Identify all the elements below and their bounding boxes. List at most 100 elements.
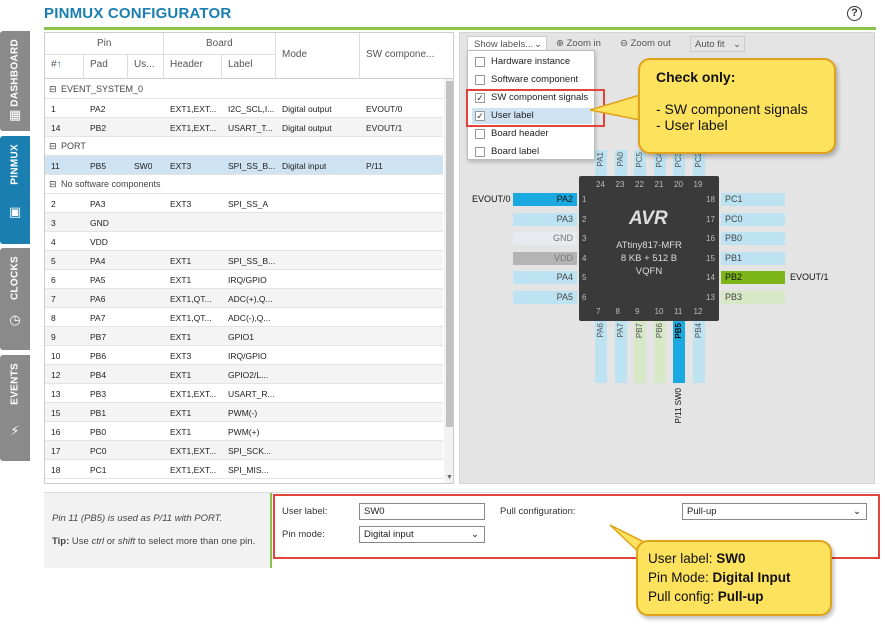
checkbox-icon[interactable] bbox=[475, 129, 485, 139]
menu-item-board-header[interactable]: Board header bbox=[472, 126, 592, 142]
checkbox-icon[interactable] bbox=[475, 75, 485, 85]
cell-pad: PA2 bbox=[90, 104, 106, 114]
zoom-in-button[interactable]: ⊕ Zoom in bbox=[556, 38, 601, 49]
col-number[interactable]: #↑ bbox=[51, 59, 62, 70]
pin-number: 24 bbox=[596, 180, 605, 189]
collapse-icon[interactable]: ⊟ bbox=[49, 179, 57, 190]
scroll-down-icon[interactable]: ▼ bbox=[446, 474, 453, 481]
group-row[interactable]: PORT ⊟ bbox=[45, 137, 443, 156]
pin-pa6[interactable]: PA6 bbox=[595, 321, 607, 383]
tab-events[interactable]: EVENTS ⚡ bbox=[0, 355, 30, 461]
cell-pad: PB0 bbox=[90, 427, 107, 437]
col-usage[interactable]: Us... bbox=[134, 59, 155, 70]
pin-number: 15 bbox=[706, 253, 715, 263]
zoom-out-button[interactable]: ⊖ Zoom out bbox=[620, 38, 671, 49]
table-row[interactable]: 14 PB2 EXT1,EXT... USART_T... Digital output… bbox=[45, 118, 443, 137]
pin-number: 1 bbox=[582, 195, 587, 204]
pin-pc0[interactable]: PC0 bbox=[721, 212, 785, 226]
table-row[interactable]: 15 PB1 EXT1 PWM(-) bbox=[45, 403, 443, 422]
cell-num: 4 bbox=[51, 237, 56, 247]
user-label-input[interactable] bbox=[359, 503, 485, 520]
pin-pb0[interactable]: PB0 bbox=[721, 232, 785, 245]
pin-number: 13 bbox=[706, 292, 715, 302]
pin-pb5[interactable]: PB5 bbox=[673, 321, 685, 383]
pin-pa4[interactable]: PA4 bbox=[513, 271, 577, 284]
pin-pb7[interactable]: PB7 bbox=[634, 321, 646, 383]
collapse-icon[interactable]: ⊟ bbox=[49, 84, 57, 95]
menu-item-hardware-instance[interactable]: Hardware instance bbox=[472, 54, 592, 70]
cell-label: GPIO2/L... bbox=[228, 370, 269, 380]
help-icon[interactable]: ? bbox=[847, 6, 862, 21]
tab-pinmux[interactable]: PINMUX ▣ bbox=[0, 136, 30, 244]
group-row[interactable]: EVENT_SYSTEM_0 ⊟ bbox=[45, 80, 443, 99]
auto-fit-button[interactable]: Auto fit ⌄ bbox=[690, 36, 745, 52]
cell-header: EXT1,EXT... bbox=[170, 446, 217, 456]
tab-dashboard[interactable]: DASHBOARD ▦ bbox=[0, 31, 30, 131]
pin-pc1[interactable]: PC1 bbox=[721, 193, 785, 206]
table-row[interactable]: 4 VDD bbox=[45, 232, 443, 251]
cell-header: EXT1,EXT... bbox=[170, 104, 217, 114]
cell-num: 11 bbox=[51, 161, 60, 171]
tab-events-label: EVENTS bbox=[9, 363, 21, 405]
table-row[interactable]: 10 PB6 EXT3 IRQ/GPIO bbox=[45, 346, 443, 365]
pin-gnd[interactable]: GND bbox=[513, 232, 577, 245]
table-row[interactable]: 9 PB7 EXT1 GPIO1 bbox=[45, 327, 443, 346]
table-row[interactable]: 1 PA2 EXT1,EXT... I2C_SCL,I... Digital outpu… bbox=[45, 99, 443, 118]
highlight-box-labels bbox=[466, 89, 605, 127]
table-row[interactable]: 6 PA5 EXT1 IRQ/GPIO bbox=[45, 270, 443, 289]
pin-pa3[interactable]: PA3 bbox=[513, 212, 577, 226]
pin-pc5[interactable]: PC5 bbox=[634, 150, 646, 176]
table-row[interactable]: 7 PA6 EXT1,QT... ADC(+),Q... bbox=[45, 289, 443, 308]
pin-pb1[interactable]: PB1 bbox=[721, 251, 785, 265]
scrollbar-thumb[interactable] bbox=[446, 81, 453, 427]
cell-header: EXT3 bbox=[170, 161, 192, 171]
pin-vdd[interactable]: VDD bbox=[513, 251, 577, 265]
table-row[interactable]: 11 PB5 SW0 EXT3 SPI_SS_B... Digital input P/11 bbox=[45, 156, 443, 175]
col-sw-component[interactable]: SW compone... bbox=[366, 49, 434, 60]
table-row[interactable]: 13 PB3 EXT1,EXT... USART_R... bbox=[45, 384, 443, 403]
cell-us: SW0 bbox=[134, 161, 153, 171]
cell-num: 14 bbox=[51, 123, 61, 133]
pin-pa1[interactable]: PA1 bbox=[595, 150, 607, 176]
collapse-icon[interactable]: ⊟ bbox=[49, 141, 57, 152]
cell-num: 8 bbox=[51, 313, 56, 323]
pin-pb3[interactable]: PB3 bbox=[721, 290, 785, 304]
group-label: No software components bbox=[61, 179, 161, 189]
pin-pa5[interactable]: PA5 bbox=[513, 290, 577, 304]
cell-label: SPI_SS_B... bbox=[228, 161, 276, 171]
col-pad[interactable]: Pad bbox=[90, 59, 108, 70]
col-header[interactable]: Header bbox=[170, 59, 203, 70]
checkbox-icon[interactable] bbox=[475, 57, 485, 67]
cell-num: 17 bbox=[51, 446, 61, 456]
pin-mode-select[interactable]: Digital input ⌄ bbox=[359, 526, 485, 543]
pin-number: 22 bbox=[635, 180, 644, 189]
tab-clocks[interactable]: CLOCKS ◷ bbox=[0, 248, 30, 350]
table-row[interactable]: 5 PA4 EXT1 SPI_SS_B... bbox=[45, 251, 443, 270]
pin-pb4[interactable]: PB4 bbox=[692, 321, 705, 383]
callout-line: Pin Mode: Digital Input bbox=[648, 570, 791, 585]
table-row[interactable]: 17 PC0 EXT1,EXT... SPI_SCK... bbox=[45, 441, 443, 460]
col-mode[interactable]: Mode bbox=[282, 49, 307, 60]
pin-pb2[interactable]: PB2 bbox=[721, 271, 785, 284]
table-row[interactable]: 18 PC1 EXT1,EXT... SPI_MIS... bbox=[45, 460, 443, 479]
checkbox-icon[interactable] bbox=[475, 147, 485, 157]
menu-item-board-label[interactable]: Board label bbox=[472, 144, 592, 160]
col-label[interactable]: Label bbox=[228, 59, 252, 70]
pin-pb6[interactable]: PB6 bbox=[653, 321, 666, 383]
table-row[interactable]: 2 PA3 EXT3 SPI_SS_A bbox=[45, 194, 443, 213]
table-row[interactable]: 12 PB4 EXT1 GPIO2/L... bbox=[45, 365, 443, 384]
pin-pa2[interactable]: PA2 bbox=[513, 193, 577, 206]
pin-pa0[interactable]: PA0 bbox=[614, 150, 627, 176]
group-row[interactable]: No software components ⊟ bbox=[45, 175, 443, 194]
cell-pad: PB7 bbox=[90, 332, 107, 342]
table-row[interactable]: 16 PB0 EXT1 PWM(+) bbox=[45, 422, 443, 441]
pin-number: 18 bbox=[706, 195, 715, 204]
tab-pinmux-label: PINMUX bbox=[9, 144, 21, 185]
pull-config-select[interactable]: Pull-up ⌄ bbox=[682, 503, 867, 520]
menu-item-software-component[interactable]: Software component bbox=[472, 72, 592, 88]
table-row[interactable]: 3 GND bbox=[45, 213, 443, 232]
pin-pa7[interactable]: PA7 bbox=[614, 321, 627, 383]
group-label: PORT bbox=[61, 141, 86, 151]
pin-pad-label: PB7 bbox=[635, 323, 644, 339]
table-row[interactable]: 8 PA7 EXT1,QT... ADC(-),Q... bbox=[45, 308, 443, 327]
